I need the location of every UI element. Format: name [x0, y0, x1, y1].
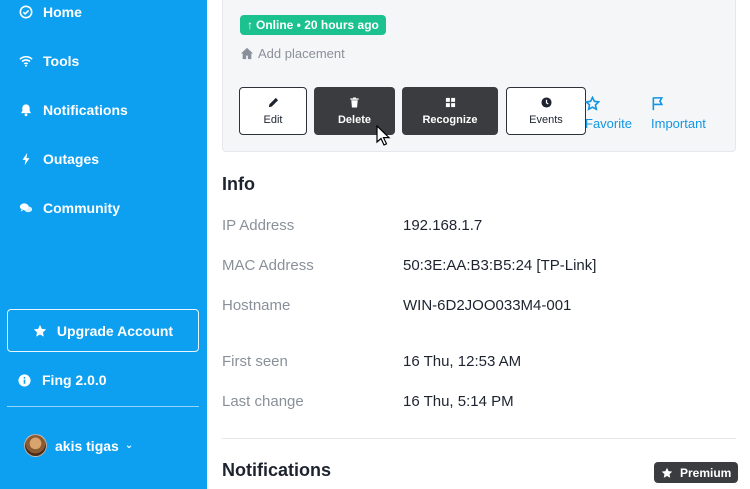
bolt-icon	[18, 151, 34, 167]
recognize-label: Recognize	[422, 113, 478, 126]
important-label: Important	[651, 116, 706, 131]
arrow-up-icon: ↑	[247, 18, 253, 32]
status-badge: ↑ Online • 20 hours ago	[240, 15, 386, 35]
sidebar-item-label: Community	[43, 200, 120, 216]
info-label: IP Address	[222, 217, 295, 234]
info-label: Last change	[222, 393, 304, 410]
info-label: First seen	[222, 353, 288, 370]
clock-icon	[540, 96, 552, 108]
app-version: Fing 2.0.0	[18, 372, 107, 388]
events-button[interactable]: Events	[506, 87, 586, 135]
info-value: 192.168.1.7	[403, 217, 483, 234]
user-name: akis tigas	[55, 437, 119, 454]
sidebar-divider	[7, 406, 199, 407]
sidebar-item-label: Tools	[43, 53, 80, 69]
sidebar-item-notifications[interactable]: Notifications	[0, 93, 207, 127]
status-text: Online • 20 hours ago	[256, 18, 379, 32]
version-label: Fing 2.0.0	[42, 372, 107, 388]
trash-icon	[350, 96, 359, 108]
sidebar-item-outages[interactable]: Outages	[0, 142, 207, 176]
bell-icon	[18, 102, 34, 118]
sidebar-item-label: Home	[43, 4, 82, 20]
device-header-card: ↑ Online • 20 hours ago Add placement Ed…	[222, 0, 736, 152]
notifications-section-title: Notifications	[222, 460, 332, 480]
sidebar: Home Tools Notifications Outages Communi…	[0, 0, 207, 489]
home-icon	[18, 4, 34, 20]
star-outline-icon	[585, 96, 600, 111]
info-value: WIN-6D2JOO033M4-001	[403, 297, 572, 314]
sidebar-item-label: Outages	[43, 151, 100, 167]
edit-label: Edit	[263, 113, 283, 126]
upgrade-account-label: Upgrade Account	[56, 322, 174, 339]
important-button[interactable]: Important	[651, 96, 706, 131]
flag-icon	[652, 97, 664, 111]
sidebar-item-tools[interactable]: Tools	[0, 44, 207, 78]
pencil-icon	[268, 97, 278, 107]
section-divider	[222, 438, 736, 439]
sidebar-item-home[interactable]: Home	[0, 0, 207, 29]
favorite-label: Favorite	[585, 116, 632, 131]
chevron-down-icon: ⌄	[124, 440, 134, 451]
avatar	[24, 434, 47, 457]
upgrade-account-button[interactable]: Upgrade Account	[7, 309, 199, 352]
premium-label: Premium	[680, 465, 732, 480]
info-value: 16 Thu, 5:14 PM	[403, 393, 514, 410]
wifi-icon	[18, 53, 34, 69]
chat-icon	[18, 200, 34, 216]
premium-badge: Premium	[654, 462, 739, 483]
recognize-button[interactable]: Recognize	[402, 87, 498, 135]
events-label: Events	[529, 113, 563, 126]
info-value: 16 Thu, 12:53 AM	[403, 353, 522, 370]
sidebar-item-community[interactable]: Community	[0, 191, 207, 225]
house-icon	[240, 47, 254, 60]
favorite-button[interactable]: Favorite	[585, 96, 632, 131]
grid-icon	[445, 97, 455, 107]
edit-button[interactable]: Edit	[239, 87, 307, 135]
user-menu[interactable]: akis tigas ⌄	[24, 434, 133, 457]
sidebar-item-label: Notifications	[43, 102, 128, 118]
delete-button[interactable]: Delete	[314, 87, 395, 135]
add-placement-label: Add placement	[258, 46, 345, 61]
info-label: MAC Address	[222, 257, 314, 274]
add-placement-link[interactable]: Add placement	[240, 46, 345, 61]
star-icon	[661, 467, 673, 478]
info-icon	[18, 373, 31, 387]
info-value: 50:3E:AA:B3:B5:24 [TP-Link]	[403, 257, 597, 274]
info-section-title: Info	[222, 174, 255, 194]
info-label: Hostname	[222, 297, 291, 314]
star-icon	[33, 324, 47, 337]
delete-label: Delete	[337, 113, 372, 126]
